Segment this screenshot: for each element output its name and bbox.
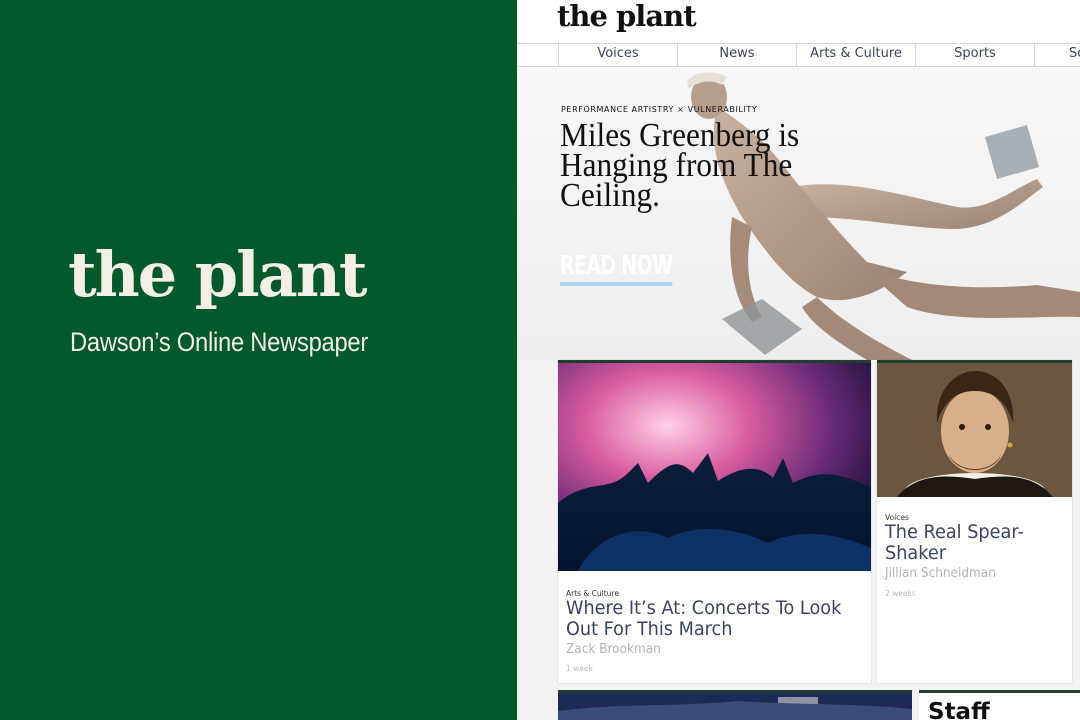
article-card[interactable] (558, 690, 912, 720)
staff-widget: Staff (919, 690, 1080, 720)
nav-item-more[interactable]: Sc (1034, 44, 1080, 66)
nav-item-voices[interactable]: Voices (558, 44, 677, 66)
site-logo[interactable]: the plant (557, 2, 697, 31)
card-title[interactable]: Where It’s At: Concerts To Look Out For … (566, 598, 854, 640)
article-card[interactable]: Voices The Real Spear-Shaker Jillian Sch… (877, 360, 1072, 683)
site-header: the plant (517, 0, 1080, 43)
promo-tagline: Dawson’s Online Newspaper (70, 327, 369, 357)
main-nav: Voices News Arts & Culture Sports Sc (517, 43, 1080, 67)
hero-feature[interactable]: PERFORMANCE ARTISTRY × VULNERABILITY Mil… (517, 67, 1080, 360)
nav-item-news[interactable]: News (677, 44, 796, 66)
card-timestamp: 2 weeks (885, 589, 916, 598)
card-author: Zack Brookman (566, 642, 661, 657)
nav-item-arts-culture[interactable]: Arts & Culture (796, 44, 915, 66)
stadium-photo (558, 693, 912, 720)
hero-kicker: PERFORMANCE ARTISTRY × VULNERABILITY (561, 105, 758, 114)
site-screenshot: the plant Voices News Arts & Culture Spo… (517, 0, 1080, 720)
promo-panel: the plant Dawson’s Online Newspaper (0, 0, 517, 720)
nav-item-sports[interactable]: Sports (915, 44, 1034, 66)
hero-title[interactable]: Miles Greenberg is Hanging from The Ceil… (560, 119, 799, 213)
card-title[interactable]: The Real Spear-Shaker (885, 522, 1062, 564)
shakespeare-portrait (877, 363, 1072, 497)
article-card[interactable]: Arts & Culture Where It’s At: Concerts T… (558, 360, 871, 683)
concert-photo (558, 363, 871, 571)
staff-heading: Staff (928, 699, 990, 720)
card-author: Jillian Schneidman (885, 566, 996, 581)
card-timestamp: 1 week (566, 664, 593, 673)
read-now-link[interactable]: READ NOW (560, 251, 673, 286)
promo-logo: the plant (68, 238, 368, 311)
